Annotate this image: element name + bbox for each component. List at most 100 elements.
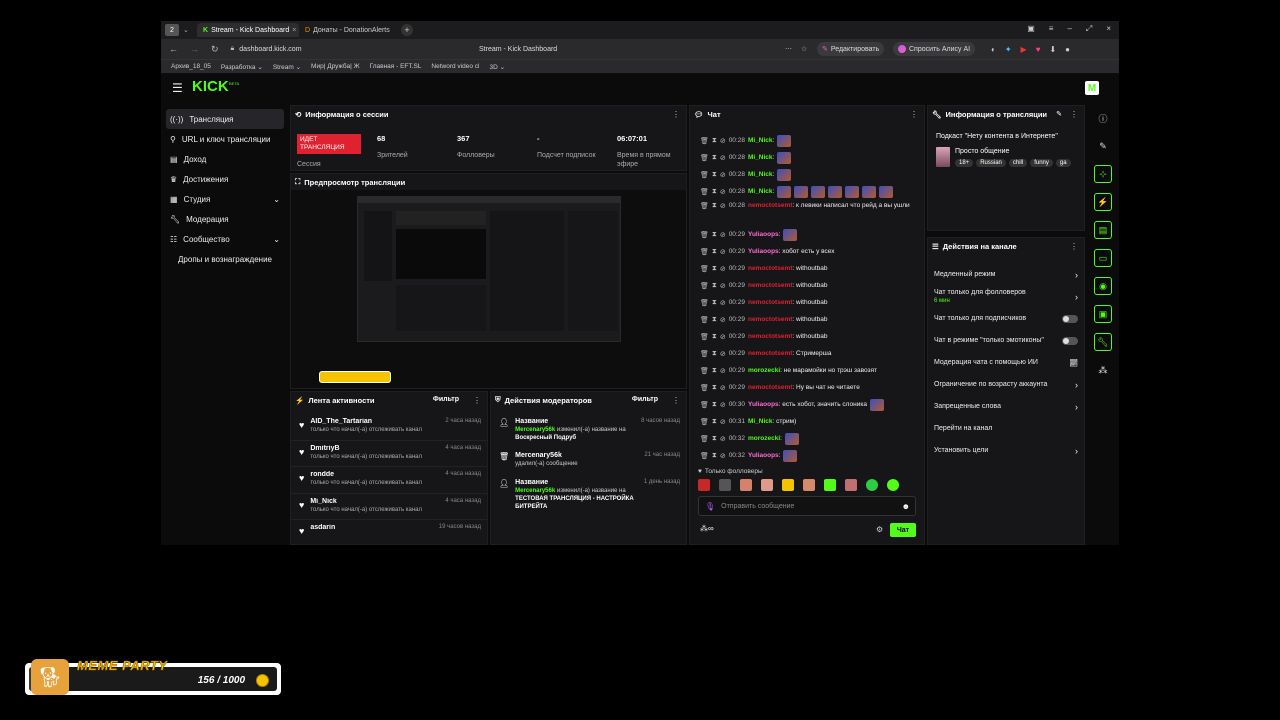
- ban-icon[interactable]: ⊘: [720, 367, 726, 375]
- chat-username[interactable]: nemoctotsemt: [748, 265, 792, 272]
- sidebar-item-url-key[interactable]: ⚲ URL и ключ трансляции: [166, 129, 284, 149]
- ban-icon[interactable]: ⊘: [720, 231, 726, 239]
- chat-bubble-icon[interactable]: ▭: [1094, 249, 1112, 267]
- bookmark-item[interactable]: Главная - EFT.SL: [370, 63, 422, 70]
- chat-username[interactable]: Yuliaoops: [748, 452, 779, 459]
- moderator-name[interactable]: Mercenary56k: [515, 427, 555, 433]
- activity-username[interactable]: Mi_Nick: [310, 498, 439, 505]
- pencil-icon[interactable]: ✎: [1056, 110, 1062, 118]
- hourglass-icon[interactable]: ⧗: [712, 350, 717, 358]
- chat-username[interactable]: nemoctotsemt: [748, 333, 792, 340]
- delete-message-icon[interactable]: 🗑︎: [700, 282, 709, 290]
- tab-count-badge[interactable]: 2: [165, 24, 179, 36]
- bookmark-item[interactable]: Мир| Дружба| Ж: [311, 63, 360, 70]
- url-field[interactable]: dashboard.kick.com: [239, 46, 301, 53]
- emote-icon[interactable]: [698, 479, 710, 491]
- extension-icon[interactable]: ♥: [1036, 45, 1041, 54]
- moderator-action-item[interactable]: 👤︎ Название Mercenary56k изменил(-а) назва…: [491, 414, 686, 448]
- delete-message-icon[interactable]: 🗑︎: [700, 154, 709, 162]
- chat-username[interactable]: Yuliaoops: [748, 231, 779, 238]
- channel-action-item[interactable]: Перейти на канал: [928, 418, 1084, 440]
- delete-message-icon[interactable]: 🗑︎: [700, 435, 709, 443]
- hourglass-icon[interactable]: ⧗: [712, 265, 717, 273]
- lightning-icon[interactable]: ⚡: [1094, 193, 1112, 211]
- more-options-icon[interactable]: ⋮: [910, 110, 918, 119]
- hourglass-icon[interactable]: ⧗: [712, 248, 717, 256]
- chat-message[interactable]: 🗑︎ ⧗ ⊘ 00:29 nemoctotsemt: withoutbab: [690, 294, 924, 311]
- hourglass-icon[interactable]: ⧗: [712, 435, 717, 443]
- community-icon[interactable]: ⁂: [1094, 361, 1112, 379]
- chat-message[interactable]: 🗑︎ ⧗ ⊘ 00:29 nemoctotsemt: withoutbab: [690, 311, 924, 328]
- hourglass-icon[interactable]: ⧗: [712, 282, 717, 290]
- emoji-icon[interactable]: ☻: [902, 502, 910, 511]
- activity-username[interactable]: rondde: [310, 471, 439, 478]
- bookmark-manager-icon[interactable]: ▣: [1027, 24, 1035, 34]
- emote-icon[interactable]: [803, 479, 815, 491]
- emote-icon[interactable]: [887, 479, 899, 491]
- channel-action-item[interactable]: Ограничение по возрасту аккаунта ›: [928, 374, 1084, 396]
- activity-username[interactable]: asdarin: [310, 524, 432, 531]
- ask-alice-button[interactable]: Спросить Алису AI: [893, 42, 976, 56]
- moderator-name[interactable]: Mercenary56k: [515, 488, 555, 494]
- ban-icon[interactable]: ⊘: [720, 188, 726, 196]
- ban-icon[interactable]: ⊘: [720, 202, 726, 210]
- chat-message[interactable]: 🗑︎ ⧗ ⊘ 00:28 Mi_Nick:: [690, 149, 924, 166]
- ban-icon[interactable]: ⊘: [720, 452, 726, 460]
- tab-donationalerts[interactable]: D Донаты - DonationAlerts: [299, 23, 397, 37]
- chat-username[interactable]: Yuliaoops: [748, 401, 779, 408]
- more-options-icon[interactable]: ⋮: [672, 396, 680, 405]
- bookmark-item[interactable]: Netword video cl: [431, 63, 479, 70]
- bookmark-item[interactable]: Stream ⌄: [273, 63, 301, 71]
- ban-icon[interactable]: ⊘: [720, 137, 726, 145]
- delete-message-icon[interactable]: 🗑︎: [700, 299, 709, 307]
- channel-action-item[interactable]: Чат только для подписчиков: [928, 308, 1084, 330]
- delete-message-icon[interactable]: 🗑︎: [700, 188, 709, 196]
- ban-icon[interactable]: ⊘: [720, 316, 726, 324]
- hourglass-icon[interactable]: ⧗: [712, 384, 717, 392]
- user-avatar[interactable]: M: [1085, 81, 1099, 95]
- delete-message-icon[interactable]: 🗑︎: [700, 367, 709, 375]
- extension-icon[interactable]: ✦: [1005, 45, 1012, 54]
- more-options-icon[interactable]: ⋮: [473, 396, 481, 405]
- info-icon[interactable]: ⓘ: [1094, 109, 1112, 127]
- broadcast-icon[interactable]: ◉: [1094, 277, 1112, 295]
- chat-username[interactable]: nemoctotsemt: [748, 202, 792, 209]
- maximize-icon[interactable]: ⤢: [1086, 24, 1092, 34]
- send-chat-button[interactable]: Чат: [890, 523, 916, 537]
- stream-tag[interactable]: Russian: [976, 159, 1006, 167]
- more-options-icon[interactable]: ⋮: [1070, 110, 1078, 119]
- download-icon[interactable]: ⬇: [1049, 45, 1056, 54]
- chat-username[interactable]: nemoctotsemt: [748, 350, 792, 357]
- ban-icon[interactable]: ⊘: [720, 435, 726, 443]
- emote-icon[interactable]: [845, 479, 857, 491]
- activity-username[interactable]: AID_The_Tartarian: [310, 418, 439, 425]
- ban-icon[interactable]: ⊘: [720, 333, 726, 341]
- ban-icon[interactable]: ⊘: [720, 299, 726, 307]
- hourglass-icon[interactable]: ⧗: [712, 401, 717, 409]
- extension-icon[interactable]: ▶: [1021, 45, 1027, 54]
- ban-icon[interactable]: ⊘: [720, 418, 726, 426]
- chat-message[interactable]: 🗑︎ ⧗ ⊘ 00:30 Yuliaoops: есть хобот, значить …: [690, 396, 924, 413]
- delete-message-icon[interactable]: 🗑︎: [700, 202, 709, 210]
- chat-message[interactable]: 🗑︎ ⧗ ⊘ 00:29 Yuliaoops: хобот есть у всех: [690, 243, 924, 260]
- delete-message-icon[interactable]: 🗑︎: [700, 231, 709, 239]
- category-name[interactable]: Просто общение: [955, 148, 1009, 155]
- chat-username[interactable]: morozecki: [748, 367, 780, 374]
- filter-button[interactable]: Фильтр: [433, 396, 459, 403]
- toggle-switch[interactable]: [1062, 337, 1078, 345]
- chat-username[interactable]: Mi_Nick: [748, 171, 773, 178]
- chat-message[interactable]: 🗑︎ ⧗ ⊘ 00:29 nemoctotsemt: withoutbab: [690, 328, 924, 345]
- document-icon[interactable]: ▤: [1094, 221, 1112, 239]
- channel-action-item[interactable]: Установить цели ›: [928, 440, 1084, 462]
- ban-icon[interactable]: ⊘: [720, 282, 726, 290]
- video-icon[interactable]: ▣: [1094, 305, 1112, 323]
- bookmark-item[interactable]: Архив_18_05: [171, 63, 211, 70]
- toggle-switch[interactable]: [1062, 315, 1078, 323]
- delete-message-icon[interactable]: 🗑︎: [700, 333, 709, 341]
- kick-logo[interactable]: KICK: [192, 78, 229, 95]
- delete-message-icon[interactable]: 🗑︎: [700, 452, 709, 460]
- delete-message-icon[interactable]: 🗑︎: [700, 137, 709, 145]
- hourglass-icon[interactable]: ⧗: [712, 202, 717, 210]
- ban-icon[interactable]: ⊘: [720, 401, 726, 409]
- chat-username[interactable]: Mi_Nick: [748, 188, 773, 195]
